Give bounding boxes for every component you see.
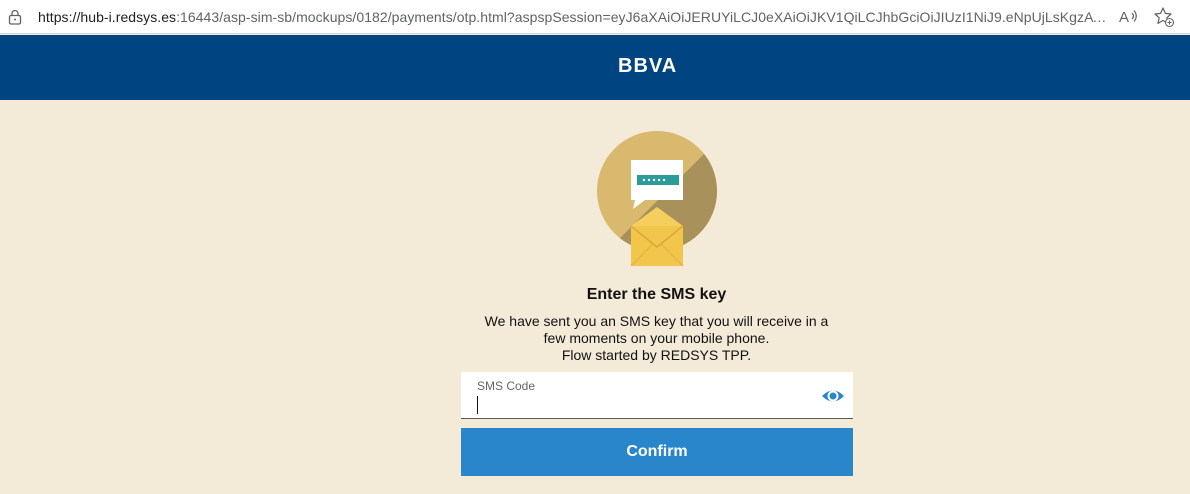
favorite-star-icon[interactable] [1153, 6, 1175, 28]
bank-header: BBVA [0, 35, 1190, 100]
read-aloud-icon[interactable]: A [1118, 7, 1140, 27]
text-cursor [477, 396, 478, 414]
confirm-button[interactable]: Confirm [461, 428, 853, 476]
page-title: Enter the SMS key [586, 286, 727, 303]
browser-address-bar[interactable]: https://hub-i.redsys.es:16443/asp-sim-sb… [0, 0, 1190, 34]
sms-envelope-illustration [597, 131, 717, 267]
instructions-line: few moments on your mobile phone. [543, 330, 770, 346]
show-password-eye-icon[interactable] [821, 384, 845, 408]
url-host: https://hub-i.redsys.es [38, 9, 177, 25]
instructions-text: We have sent you an SMS key that you wil… [460, 313, 853, 364]
sms-code-field[interactable]: SMS Code [461, 372, 853, 419]
instructions-line: We have sent you an SMS key that you wil… [484, 313, 829, 329]
sms-code-label: SMS Code [477, 379, 536, 393]
url-path: :16443/asp-sim-sb/mockups/0182/payments/… [176, 9, 1113, 25]
lock-icon[interactable] [8, 9, 22, 25]
instructions-line: Flow started by REDSYS TPP. [561, 347, 752, 363]
svg-text:A: A [1119, 9, 1129, 26]
url-text[interactable]: https://hub-i.redsys.es:16443/asp-sim-sb… [38, 9, 1113, 25]
bbva-logo: BBVA [618, 55, 678, 77]
sms-code-input[interactable] [475, 394, 805, 414]
